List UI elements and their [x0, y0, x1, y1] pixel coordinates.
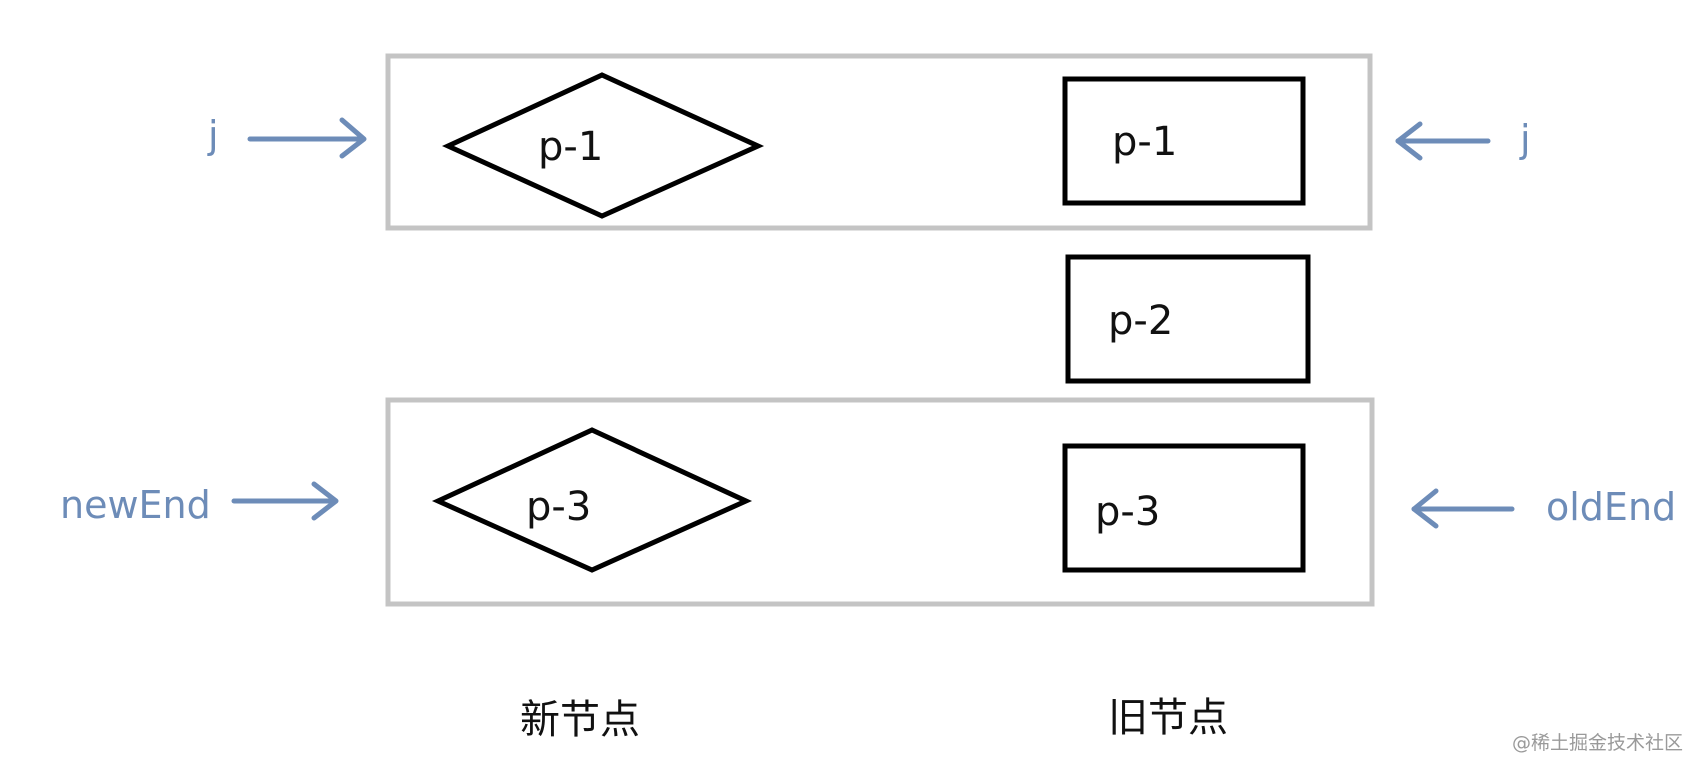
pointer-top-right-arrow [1395, 121, 1491, 161]
pointer-bottom-right-label: oldEnd [1546, 485, 1676, 529]
old-nodes-caption: 旧节点 [1108, 695, 1228, 741]
old-node-p3-label: p-3 [1095, 489, 1160, 535]
pointer-top-left-label: j [207, 113, 219, 157]
old-node-p1-box [1062, 76, 1306, 206]
pointer-bottom-left-arrow [231, 481, 339, 521]
pointer-top-right-label: j [1519, 117, 1531, 161]
new-node-p1-label: p-1 [538, 124, 603, 170]
diff-diagram: .group-box { fill: none; stroke: #c4c4c4… [60, 53, 1683, 754]
pointer-bottom-right-arrow [1411, 488, 1515, 529]
old-node-p2-label: p-2 [1108, 298, 1173, 344]
old-node-p1-label: p-1 [1112, 119, 1177, 165]
new-node-p3-label: p-3 [526, 484, 591, 530]
pointer-top-left-arrow [247, 117, 367, 159]
old-node-p2-box [1065, 254, 1311, 384]
watermark: @稀土掘金技术社区 [1512, 732, 1683, 754]
pointer-bottom-left-label: newEnd [60, 483, 211, 527]
new-nodes-caption: 新节点 [520, 697, 640, 743]
new-node-p3-diamond [431, 427, 753, 573]
